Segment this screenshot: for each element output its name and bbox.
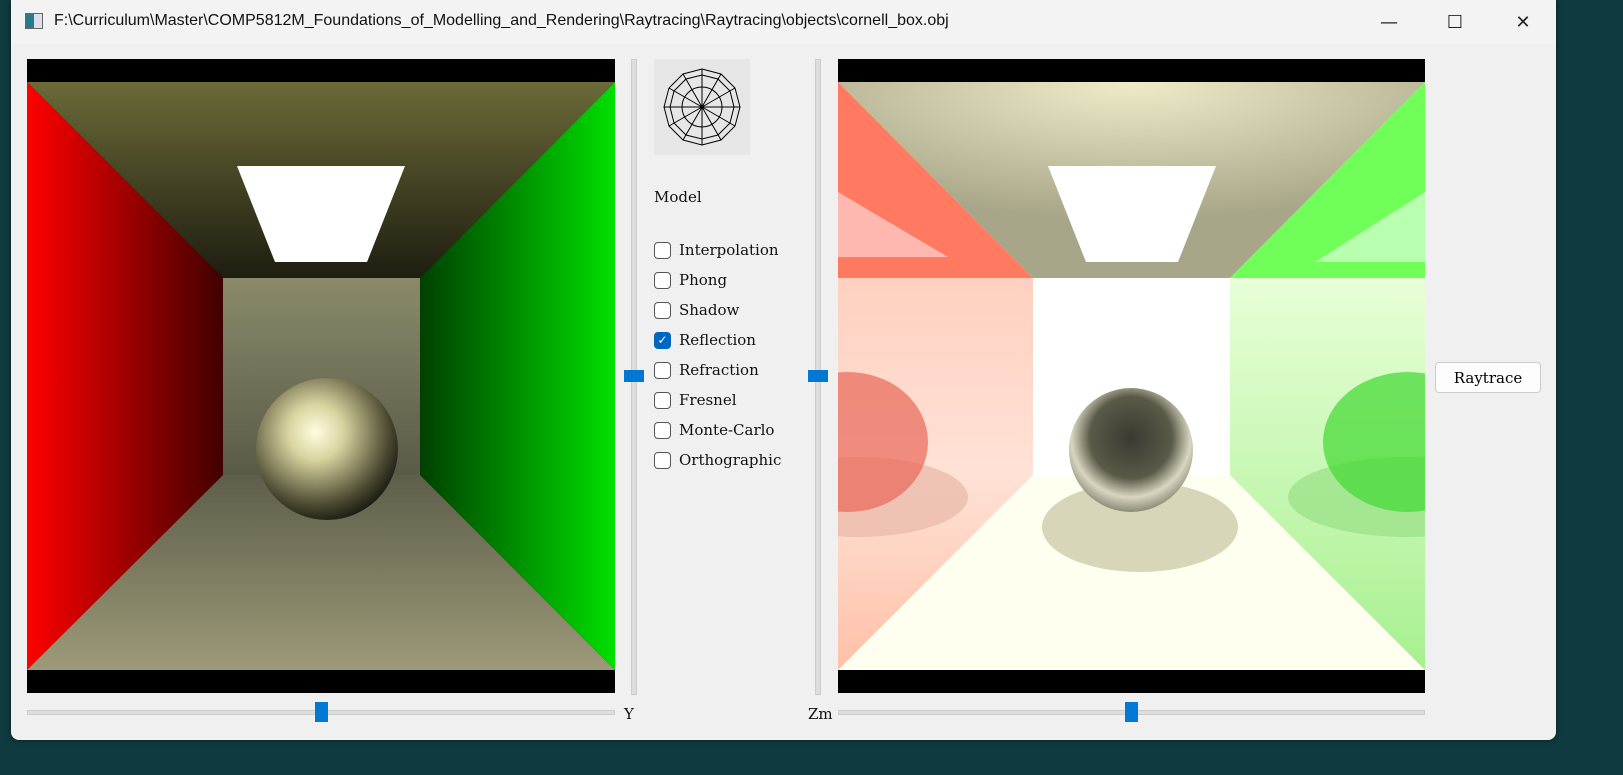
opengl-viewport[interactable] (27, 59, 615, 693)
mirror-sphere (1069, 388, 1193, 512)
checkbox-label: Fresnel (679, 391, 737, 409)
checkbox-icon[interactable] (654, 271, 671, 289)
checkbox-icon[interactable] (654, 301, 671, 319)
y-slider-label: Y (624, 705, 634, 723)
checkbox-label: Phong (679, 271, 728, 289)
checkbox-icon[interactable] (654, 361, 671, 379)
checkbox-interpolation[interactable]: Interpolation (654, 241, 779, 259)
zoom-slider-label: Zm (808, 705, 833, 723)
vertical-slider-left-handle[interactable] (624, 370, 644, 382)
sphere-wireframe-icon (663, 68, 741, 146)
app-icon (25, 13, 43, 29)
raytraced-render (838, 82, 1425, 670)
raytrace-button[interactable]: Raytrace (1435, 362, 1541, 393)
checkbox-label: Interpolation (679, 241, 779, 259)
checkbox-orthographic[interactable]: Orthographic (654, 451, 781, 469)
checkbox-label: Monte-Carlo (679, 421, 775, 439)
cornell-box-render (27, 82, 615, 670)
title-bar: F:\Curriculum\Master\COMP5812M_Foundatio… (11, 0, 1556, 44)
checkbox-icon[interactable] (654, 391, 671, 409)
checkbox-label: Shadow (679, 301, 740, 319)
checkmark-icon[interactable]: ✓ (654, 331, 671, 349)
y-slider-handle[interactable] (315, 702, 328, 722)
close-button[interactable]: ✕ (1503, 8, 1543, 36)
checkbox-monte-carlo[interactable]: Monte-Carlo (654, 421, 774, 439)
model-label: Model (654, 188, 702, 206)
sphere (256, 378, 398, 520)
zoom-slider-handle[interactable] (1125, 702, 1138, 722)
checkbox-phong[interactable]: Phong (654, 271, 727, 289)
checkbox-icon[interactable] (654, 451, 671, 469)
checkbox-label: Reflection (679, 331, 756, 349)
checkbox-reflection[interactable]: ✓ Reflection (654, 331, 756, 349)
minimize-button[interactable]: — (1369, 8, 1409, 36)
checkbox-refraction[interactable]: Refraction (654, 361, 759, 379)
checkbox-label: Refraction (679, 361, 759, 379)
vertical-slider-right-handle[interactable] (808, 370, 828, 382)
model-preview (654, 59, 750, 155)
checkbox-shadow[interactable]: Shadow (654, 301, 739, 319)
raytrace-viewport[interactable] (838, 59, 1425, 693)
window-title: F:\Curriculum\Master\COMP5812M_Foundatio… (54, 12, 949, 29)
checkbox-fresnel[interactable]: Fresnel (654, 391, 737, 409)
checkbox-icon[interactable] (654, 421, 671, 439)
checkbox-icon[interactable] (654, 241, 671, 259)
checkbox-label: Orthographic (679, 451, 782, 469)
maximize-button[interactable]: ☐ (1435, 8, 1475, 36)
